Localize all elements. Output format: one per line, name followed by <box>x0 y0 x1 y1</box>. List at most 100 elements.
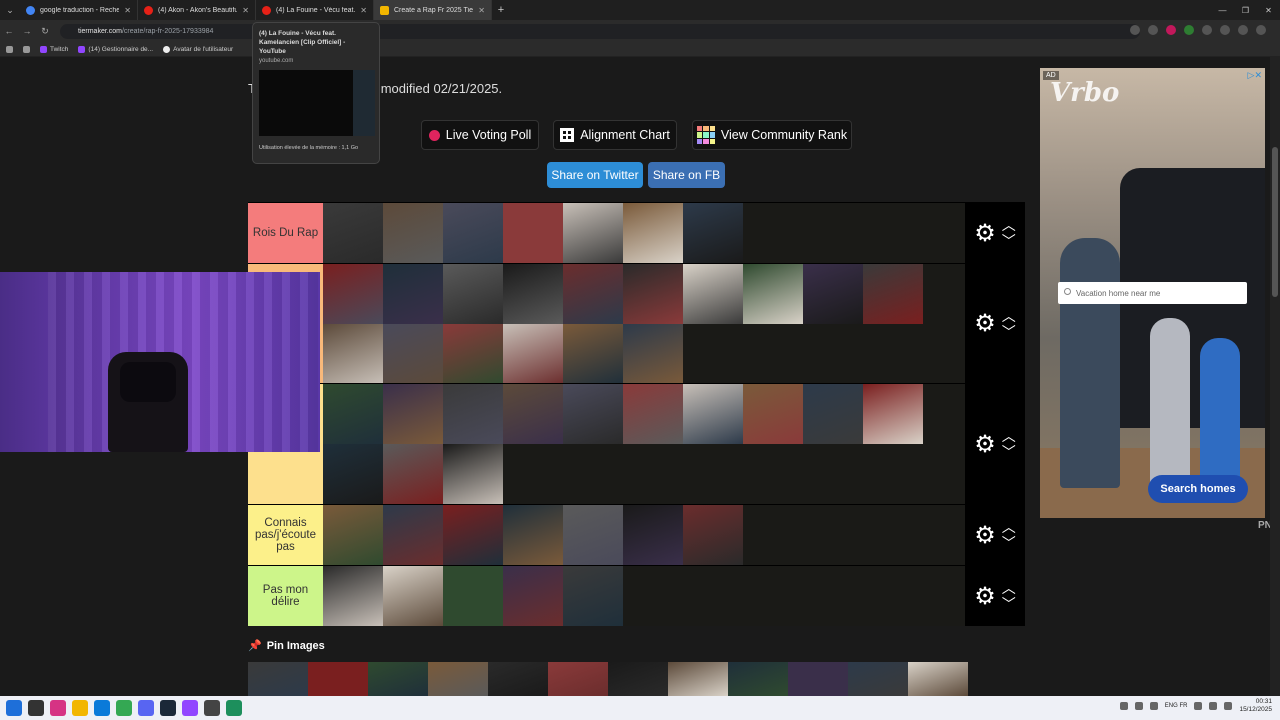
tier-item-image[interactable] <box>563 384 623 444</box>
ad-choices-icon[interactable]: ▷✕ <box>1248 70 1262 81</box>
tab-google-traduction[interactable]: google traduction - Recherche ✕ <box>20 0 138 20</box>
tier-label[interactable]: Pas mon délire <box>248 566 323 626</box>
battery-icon[interactable] <box>1224 702 1233 710</box>
steam-icon[interactable] <box>160 700 176 716</box>
bookmark-star-icon[interactable] <box>1148 25 1158 35</box>
chevron-up-icon[interactable]: ︿ <box>1002 581 1016 595</box>
chevron-down-icon[interactable]: ﹀ <box>1002 325 1016 339</box>
scrollbar-thumb[interactable] <box>1272 147 1278 297</box>
tier-item-image[interactable] <box>383 203 443 263</box>
forward-icon[interactable]: → <box>18 26 36 36</box>
unranked-image[interactable] <box>728 662 788 696</box>
live-voting-poll-button[interactable]: Live Voting Poll <box>421 120 539 150</box>
gear-icon[interactable]: ⚙ <box>974 219 996 248</box>
tier-item-image[interactable] <box>503 505 563 565</box>
back-icon[interactable]: ← <box>0 26 18 36</box>
tier-item-image[interactable] <box>323 324 383 384</box>
unranked-image[interactable] <box>428 662 488 696</box>
tier-item-image[interactable] <box>683 264 743 324</box>
unranked-image[interactable] <box>908 662 968 696</box>
maximize-icon[interactable]: ❐ <box>1234 0 1257 20</box>
tier-item-image[interactable] <box>383 264 443 324</box>
tab-search-icon[interactable]: ⌄ <box>0 0 20 20</box>
ad-search-input[interactable]: Vacation home near me <box>1058 282 1247 304</box>
pin-images-toggle[interactable]: 📌 Pin Images <box>248 639 325 653</box>
tier-item-image[interactable] <box>323 566 383 626</box>
tier-item-image[interactable] <box>803 264 863 324</box>
chevron-down-icon[interactable]: ﹀ <box>1002 445 1016 459</box>
zoom-icon[interactable] <box>1130 25 1140 35</box>
tier-label[interactable]: Connais pas/j'écoute pas <box>248 505 323 565</box>
unranked-image[interactable] <box>488 662 548 696</box>
tier-item-image[interactable] <box>443 324 503 384</box>
tier-item-image[interactable] <box>323 264 383 324</box>
chrome-icon[interactable] <box>116 700 132 716</box>
tier-item-image[interactable] <box>383 384 443 444</box>
chevron-down-icon[interactable]: ﹀ <box>1002 536 1016 550</box>
wifi-icon[interactable] <box>1194 702 1203 710</box>
bookmark-twitch[interactable]: Twitch <box>40 45 68 53</box>
new-tab-button[interactable]: + <box>492 4 510 16</box>
file-explorer-icon[interactable] <box>72 700 88 716</box>
search-homes-button[interactable]: Search homes <box>1148 475 1248 503</box>
tier-item-image[interactable] <box>683 505 743 565</box>
bookmark-avatar[interactable]: Avatar de l'utilisateur <box>163 45 233 53</box>
close-icon[interactable]: ✕ <box>360 6 367 15</box>
tab-akon[interactable]: (4) Akon - Akon's Beautiful Day ✕ <box>138 0 256 20</box>
tier-label[interactable]: Rois Du Rap <box>248 203 323 263</box>
tier-item-image[interactable] <box>683 384 743 444</box>
tier-item-image[interactable] <box>863 384 923 444</box>
twitch-icon[interactable] <box>182 700 198 716</box>
tier-item-image[interactable] <box>323 203 383 263</box>
edge-icon[interactable] <box>94 700 110 716</box>
gear-icon[interactable]: ⚙ <box>974 309 996 338</box>
tier-item-image[interactable] <box>623 384 683 444</box>
chevron-down-icon[interactable]: ﹀ <box>1002 597 1016 611</box>
chevron-up-icon[interactable]: ︿ <box>1002 520 1016 534</box>
tier-item-image[interactable] <box>563 505 623 565</box>
profile-avatar-icon[interactable] <box>1238 25 1248 35</box>
tier-item-image[interactable] <box>383 324 443 384</box>
unranked-image[interactable] <box>308 662 368 696</box>
chevron-up-icon[interactable]: ︿ <box>1002 309 1016 323</box>
tier-item-image[interactable] <box>803 384 863 444</box>
tier-item-image[interactable] <box>623 203 683 263</box>
unranked-image[interactable] <box>548 662 608 696</box>
download-icon[interactable] <box>1220 25 1230 35</box>
tier-item-image[interactable] <box>503 566 563 626</box>
tier-item-image[interactable] <box>863 264 923 324</box>
page-scrollbar[interactable] <box>1270 57 1280 696</box>
tier-item-image[interactable] <box>383 566 443 626</box>
microphone-icon[interactable] <box>1149 702 1158 710</box>
extension-icon[interactable] <box>1166 25 1176 35</box>
alignment-chart-button[interactable]: Alignment Chart <box>553 120 677 150</box>
tier-item-image[interactable] <box>503 324 563 384</box>
close-icon[interactable]: ✕ <box>478 6 485 15</box>
tier-item-image[interactable] <box>743 264 803 324</box>
tier-item-image[interactable] <box>623 505 683 565</box>
clock[interactable]: 00:31 15/12/2025 <box>1239 698 1272 714</box>
tier-item-image[interactable] <box>323 384 383 444</box>
tab-tiermaker[interactable]: Create a Rap Fr 2025 Tier List - ✕ <box>374 0 492 20</box>
tier-item-image[interactable] <box>503 384 563 444</box>
tier-item-image[interactable] <box>443 384 503 444</box>
close-window-icon[interactable]: ✕ <box>1257 0 1280 20</box>
tab-la-fouine[interactable]: (4) La Fouine - Vécu feat. Kame ✕ <box>256 0 374 20</box>
chevron-up-icon[interactable] <box>1119 702 1128 710</box>
language-indicator[interactable]: ENG FR <box>1165 703 1188 709</box>
tier-item-image[interactable] <box>683 203 743 263</box>
unranked-image[interactable] <box>848 662 908 696</box>
settings-icon[interactable] <box>204 700 220 716</box>
app-icon[interactable] <box>50 700 66 716</box>
close-icon[interactable]: ✕ <box>242 6 249 15</box>
discord-icon[interactable] <box>138 700 154 716</box>
reload-icon[interactable]: ↻ <box>36 26 54 37</box>
gear-icon[interactable]: ⚙ <box>974 521 996 550</box>
tier-item-image[interactable] <box>743 384 803 444</box>
tier-item-image[interactable] <box>443 566 503 626</box>
more-menu-icon[interactable] <box>1256 25 1266 35</box>
tier-item-image[interactable] <box>443 203 503 263</box>
tier-item-image[interactable] <box>383 505 443 565</box>
tier-item-image[interactable] <box>563 264 623 324</box>
unranked-image[interactable] <box>788 662 848 696</box>
